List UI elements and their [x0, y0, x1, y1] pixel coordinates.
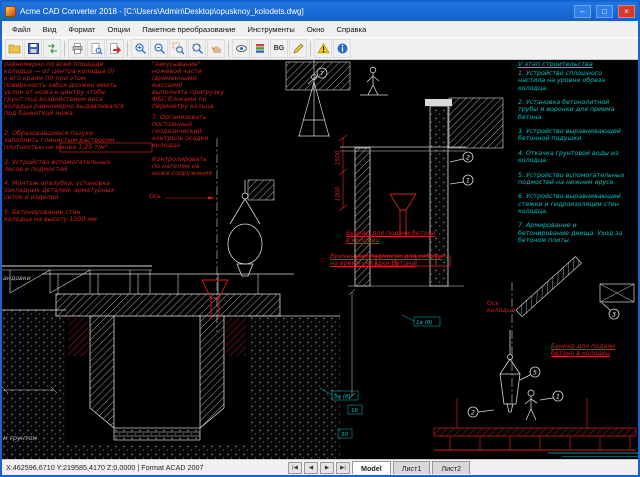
app-window: Acme CAD Converter 2018 - [C:\Users\Admi…: [0, 0, 640, 477]
callout-label-2a: 2: [466, 153, 470, 161]
zoom-in-button[interactable]: [131, 39, 149, 58]
tag-30: 30: [341, 432, 349, 438]
axis-label: Ось: [149, 193, 162, 200]
menu-item-batch-convert[interactable]: Пакетное преобразование: [136, 23, 241, 36]
statusbar: X:462596,6710 Y:219585,4170 Z:0,0000 | F…: [2, 459, 638, 475]
zoom-extents-icon: [191, 43, 203, 54]
axis-leader: [165, 196, 215, 200]
print-preview-button[interactable]: [87, 39, 105, 58]
layers-icon: [255, 44, 264, 53]
pencil-icon: [293, 43, 303, 54]
drawing-canvas[interactable]: 1500 1000 7 2 1 1 2 5 3 5а (б) 16 30 1в …: [2, 60, 638, 459]
note-control: Контролировать по нагелям на ноже сооруж…: [152, 156, 212, 177]
floppy-save-icon: [27, 43, 39, 54]
stage5-list: 1. Устройство сплошного настила на уровн…: [518, 70, 625, 244]
callout-label-5: 5: [533, 368, 537, 376]
stage5-title: V этап строительства: [518, 60, 593, 68]
close-button[interactable]: ×: [618, 5, 635, 18]
menu-item-help[interactable]: Справка: [331, 23, 373, 36]
warning-triangle-icon: [316, 42, 330, 54]
open-button[interactable]: [5, 39, 23, 58]
menu-item-view[interactable]: Вид: [37, 23, 63, 36]
scaffold-label: Временные подмости для работы на время у…: [330, 253, 443, 267]
window-title: Acme CAD Converter 2018 - [C:\Users\Admi…: [20, 7, 304, 16]
menu-item-format[interactable]: Формат: [62, 23, 101, 36]
dim-label-1000: 1000: [336, 186, 342, 201]
zoom-extents-button[interactable]: [188, 39, 206, 58]
eye-icon: [235, 45, 247, 52]
toolbar-separator: [228, 40, 229, 57]
layers-button[interactable]: [251, 39, 269, 58]
worker-figure-bottom: [524, 389, 538, 421]
tab-nav-prev-button[interactable]: ◀: [304, 461, 318, 474]
preview-page-icon: [91, 43, 102, 55]
maximize-button[interactable]: □: [596, 5, 613, 18]
toolbar-separator: [310, 40, 311, 57]
app-logo-icon: [5, 6, 16, 17]
pan-hand-icon: [211, 46, 220, 53]
note-item-7: 7. Организовать постоянный геодезический…: [152, 114, 209, 149]
bunker-label-center: Бункер для подачи бетона в колодец: [346, 230, 436, 244]
zoom-out-button[interactable]: [150, 39, 168, 58]
toolbar: BG: [2, 37, 638, 60]
alert-button[interactable]: [314, 39, 332, 58]
menubar: Файл Вид Формат Опции Пакетное преобразо…: [2, 21, 638, 37]
note-biting-paragraph: "закусывание" ножевой части (временными …: [152, 61, 225, 110]
export-pdf-button[interactable]: [106, 39, 124, 58]
partial-label-bottom: м грунтом: [3, 435, 38, 442]
tab-model[interactable]: Model: [352, 461, 391, 474]
background-toggle-button[interactable]: BG: [270, 39, 288, 58]
menu-item-file[interactable]: Файл: [6, 23, 37, 36]
dim-label-1500: 1500: [336, 150, 342, 165]
zoom-window-icon: [172, 42, 184, 55]
view-button[interactable]: [232, 39, 250, 58]
menu-item-tools[interactable]: Инструменты: [242, 23, 301, 36]
note-item-2: 2. Образовавшиеся пазухи заполнить глини…: [4, 130, 115, 151]
partial-label-left: андовки: [3, 275, 31, 282]
tag-1v: 1в (б): [416, 320, 432, 326]
zoom-out-icon: [153, 43, 165, 54]
axis-label-right: Ось колодца: [487, 300, 516, 314]
callout-label-1b: 1: [556, 392, 560, 400]
callout-label-3: 3: [612, 310, 616, 318]
menu-item-options[interactable]: Опции: [101, 23, 136, 36]
coordinates-readout: X:462596,6710 Y:219585,4170 Z:0,0000 | F…: [6, 463, 204, 472]
convert-arrows-icon: [47, 43, 57, 54]
bunker-label-right: Бункер для подачи бетона в колодец: [551, 343, 616, 357]
menu-item-window[interactable]: Окно: [301, 23, 331, 36]
titlebar: Acme CAD Converter 2018 - [C:\Users\Admi…: [2, 2, 638, 21]
tab-sheet1[interactable]: Лист1: [392, 461, 431, 474]
tab-nav-first-button[interactable]: |◀: [288, 461, 302, 474]
tab-nav-next-button[interactable]: ▶: [320, 461, 334, 474]
tab-sheet2[interactable]: Лист2: [432, 461, 471, 474]
callout-label-2b: 2: [471, 408, 475, 416]
print-button[interactable]: [68, 39, 86, 58]
minimize-button[interactable]: –: [574, 5, 591, 18]
batch-convert-button[interactable]: [43, 39, 61, 58]
printer-icon: [72, 43, 82, 54]
toolbar-separator: [127, 40, 128, 57]
about-button[interactable]: [333, 39, 351, 58]
zoom-in-icon: [134, 43, 146, 54]
worker-figure-top: [360, 66, 388, 96]
toolbar-separator: [64, 40, 65, 57]
callout-label-1a: 1: [466, 176, 470, 184]
info-icon: [337, 43, 347, 54]
open-folder-icon: [8, 44, 20, 54]
tag-16: 16: [351, 408, 359, 414]
pen-width-button[interactable]: [289, 39, 307, 58]
pan-button[interactable]: [207, 39, 225, 58]
background-toggle-label: BG: [273, 45, 285, 52]
tab-nav-last-button[interactable]: ▶|: [336, 461, 350, 474]
tag-5a: 5а (б): [334, 394, 351, 400]
export-arrow-icon: [109, 43, 121, 54]
zoom-window-button[interactable]: [169, 39, 187, 58]
note-item-3: 3. Устройство вспомогательных лесов и по…: [4, 159, 111, 173]
note-item-4: 4. Монтаж опалубки, установка закладных …: [4, 180, 115, 201]
note-intro-paragraph: равномерно по всей площади колодца — от …: [4, 61, 124, 117]
save-button[interactable]: [24, 39, 42, 58]
note-item-5: 5. Бетонирование стен колодца на высоту …: [4, 209, 97, 223]
